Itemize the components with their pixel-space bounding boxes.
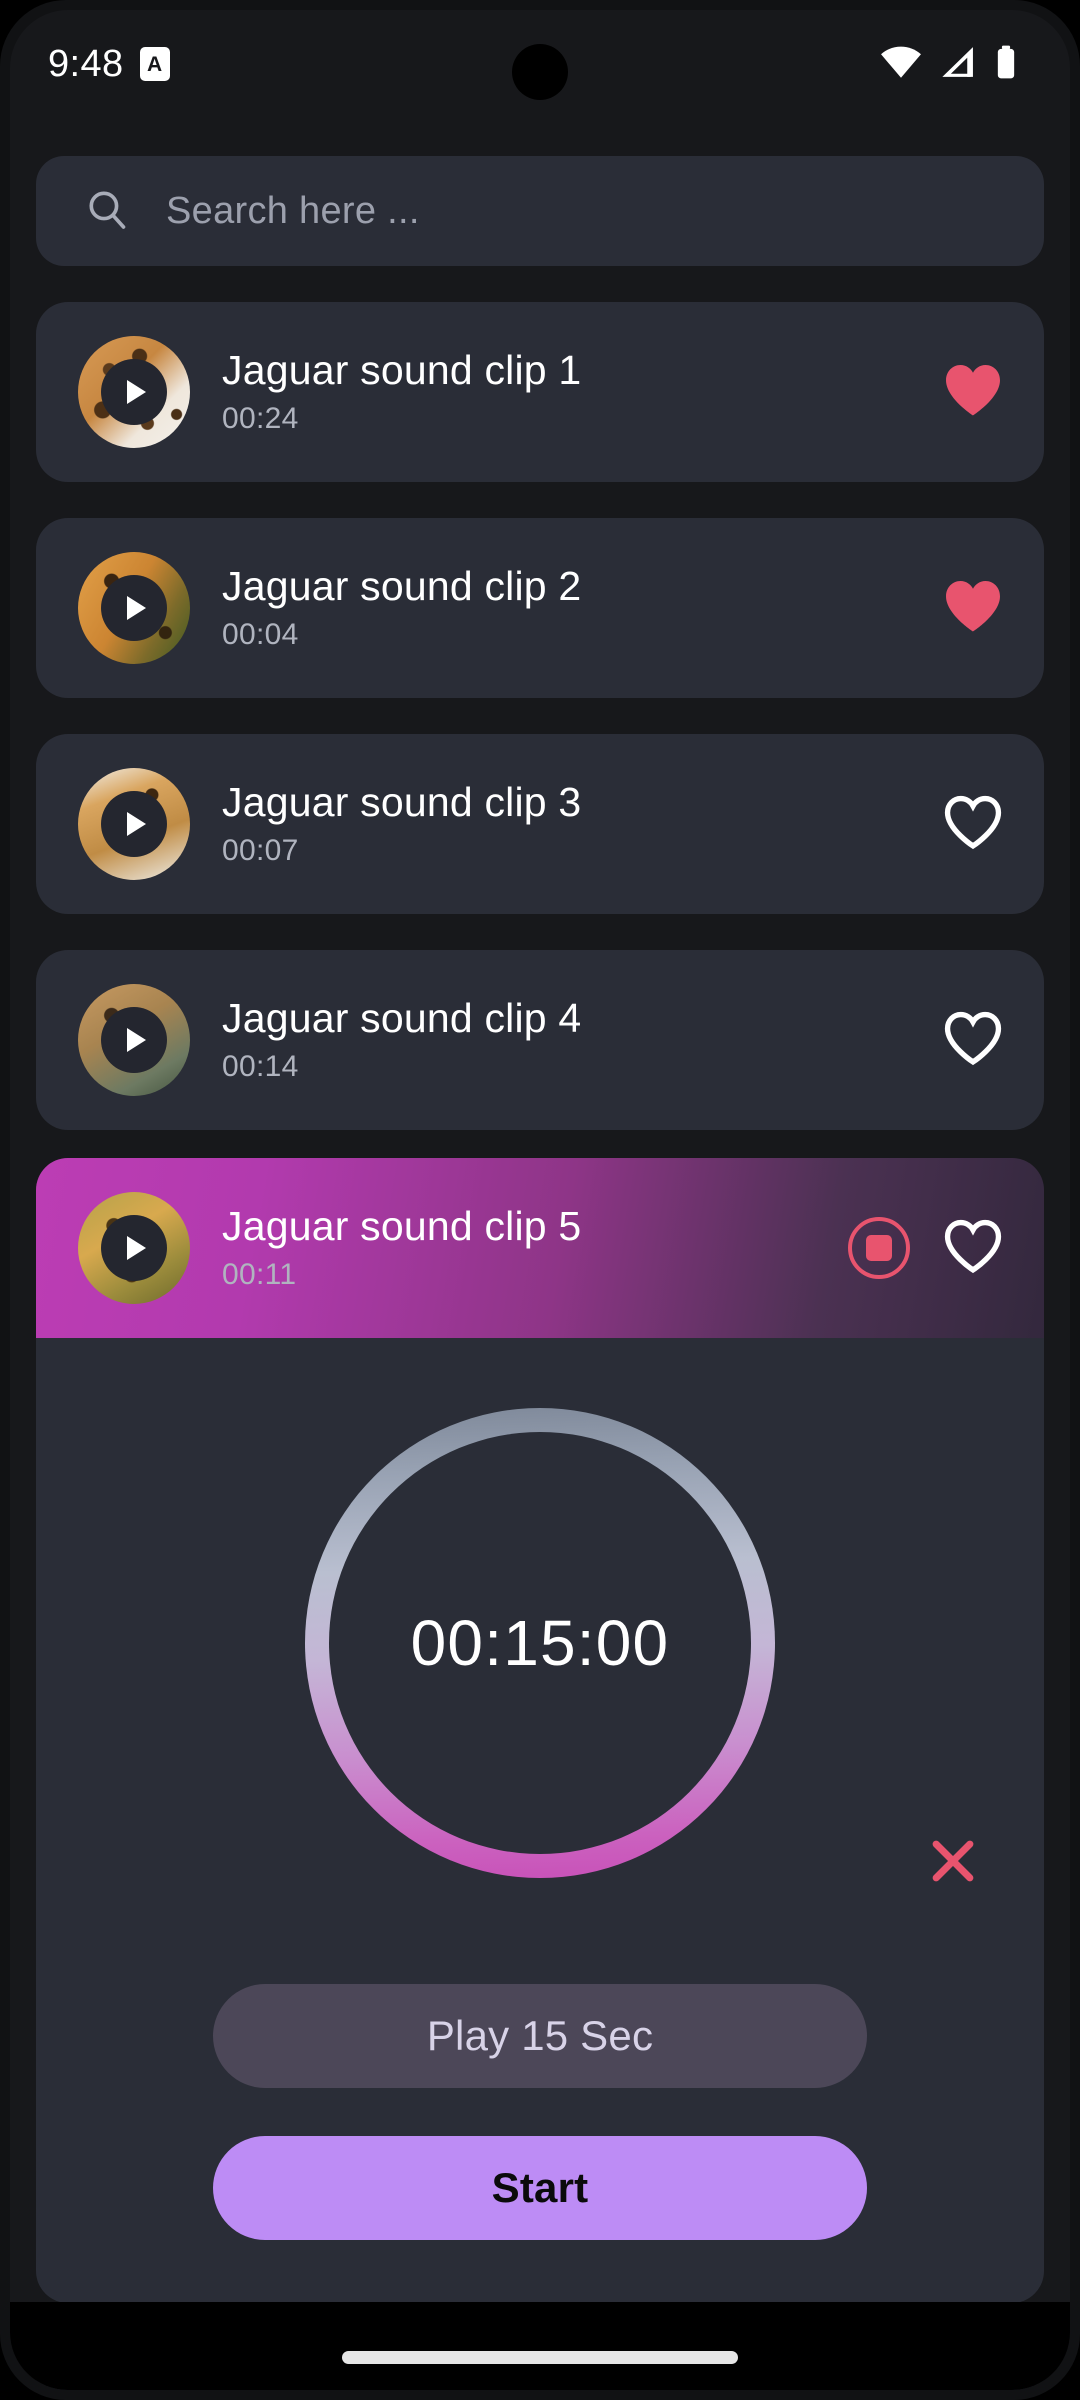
navigation-bar	[10, 2302, 1070, 2390]
list-item-clip-1[interactable]: Jaguar sound clip 1 00:24	[36, 302, 1044, 482]
play-15-sec-button[interactable]: Play 15 Sec	[213, 1984, 867, 2088]
clip-duration: 00:07	[222, 833, 299, 867]
clip-duration: 00:11	[222, 1257, 297, 1291]
clip-meta: Jaguar sound clip 1 00:24	[222, 348, 942, 435]
list-item-clip-2[interactable]: Jaguar sound clip 2 00:04	[36, 518, 1044, 698]
timer-ring: 00:15:00	[305, 1408, 775, 1878]
list-item-clip-4[interactable]: Jaguar sound clip 4 00:14	[36, 950, 1044, 1130]
clip-actions	[848, 1217, 1004, 1279]
play-icon[interactable]	[101, 359, 167, 425]
play-icon[interactable]	[101, 1215, 167, 1281]
play-icon[interactable]	[101, 1007, 167, 1073]
start-button[interactable]: Start	[213, 2136, 867, 2240]
close-timer-button[interactable]	[916, 1824, 990, 1898]
clip-actions	[942, 362, 1004, 423]
main-content: Search here ... Jaguar sound clip 1 00:2…	[10, 118, 1070, 2390]
stop-playback-icon[interactable]	[848, 1217, 910, 1279]
cellular-signal-icon	[939, 46, 977, 83]
clip-thumbnail[interactable]	[78, 984, 190, 1096]
status-bar-left: 9:48 A	[48, 43, 170, 86]
favorite-heart-icon[interactable]	[942, 1010, 1004, 1071]
timer-ring-inner: 00:15:00	[329, 1432, 751, 1854]
timer-panel: 00:15:00 Play 15 Sec Start	[36, 1338, 1044, 2303]
search-input[interactable]: Search here ...	[166, 190, 420, 233]
phone-frame: 9:48 A Search here ... Jaguar sound clip…	[0, 0, 1080, 2400]
clip-title: Jaguar sound clip 1	[222, 347, 582, 394]
search-bar[interactable]: Search here ...	[36, 156, 1044, 266]
list-item-clip-5[interactable]: Jaguar sound clip 5 00:11	[36, 1158, 1044, 1338]
clip-actions	[942, 578, 1004, 639]
start-label: Start	[491, 2164, 589, 2211]
wifi-icon	[880, 46, 922, 83]
clip-title: Jaguar sound clip 2	[222, 563, 582, 610]
clip-thumbnail[interactable]	[78, 1192, 190, 1304]
favorite-heart-icon[interactable]	[942, 578, 1004, 639]
clip-duration: 00:24	[222, 401, 299, 435]
status-bar-clock: 9:48	[48, 42, 124, 85]
clip-actions	[942, 794, 1004, 855]
clip-duration: 00:14	[222, 1049, 299, 1083]
battery-icon	[994, 45, 1018, 84]
clip-meta: Jaguar sound clip 2 00:04	[222, 564, 942, 651]
list-item-clip-3[interactable]: Jaguar sound clip 3 00:07	[36, 734, 1044, 914]
clip-duration: 00:04	[222, 617, 299, 651]
status-bar-right	[880, 45, 1018, 84]
clip-meta: Jaguar sound clip 5 00:11	[222, 1204, 848, 1291]
play-icon[interactable]	[101, 575, 167, 641]
favorite-heart-icon[interactable]	[942, 1218, 1004, 1279]
clip-title: Jaguar sound clip 5	[222, 1203, 582, 1250]
clip-title: Jaguar sound clip 3	[222, 779, 582, 826]
clip-thumbnail[interactable]	[78, 336, 190, 448]
clip-meta: Jaguar sound clip 4 00:14	[222, 996, 942, 1083]
search-icon	[84, 186, 130, 237]
timer-display: 00:15:00	[410, 1607, 670, 1679]
clip-meta: Jaguar sound clip 3 00:07	[222, 780, 942, 867]
phone-screen: 9:48 A Search here ... Jaguar sound clip…	[10, 10, 1070, 2390]
play-icon[interactable]	[101, 791, 167, 857]
front-camera-cutout	[512, 44, 568, 100]
clip-title: Jaguar sound clip 4	[222, 995, 582, 1042]
favorite-heart-icon[interactable]	[942, 794, 1004, 855]
clip-actions	[942, 1010, 1004, 1071]
clip-thumbnail[interactable]	[78, 552, 190, 664]
gesture-handle[interactable]	[342, 2351, 738, 2364]
clip-thumbnail[interactable]	[78, 768, 190, 880]
notification-chip-icon: A	[139, 47, 170, 81]
favorite-heart-icon[interactable]	[942, 362, 1004, 423]
play-15-sec-label: Play 15 Sec	[426, 2012, 654, 2059]
